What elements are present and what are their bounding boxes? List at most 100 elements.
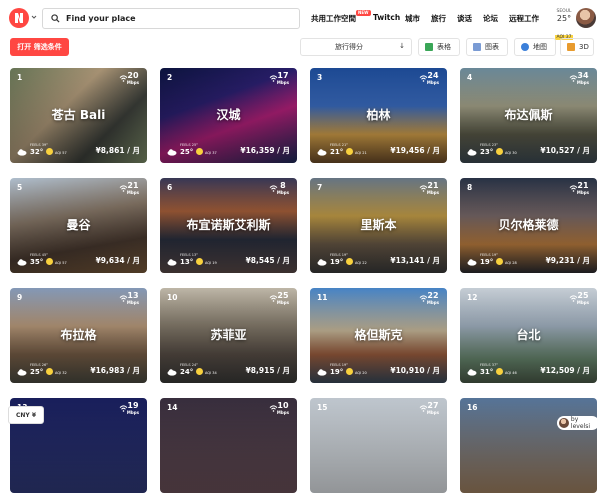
aqi-value: AQI 28 [505,261,517,265]
temperature: 23° [480,148,494,156]
nav-forum[interactable]: 论坛 [483,13,498,24]
cloud-icon [467,369,477,376]
top-bar: 共用工作空間 NEW Twitch 城市 旅行 谈话 论坛 远程工作 SEOUL… [0,0,600,40]
internet-speed: 21 Mbps [127,182,139,196]
card-rank: 16 [467,403,478,412]
card-image [460,398,597,493]
nav-remote-jobs[interactable]: 远程工作 [509,13,539,24]
currency-selector[interactable]: CNY ¥ [8,406,44,424]
internet-speed: 34 Mbps [577,72,589,86]
city-card[interactable]: 12 25 Mbps 台北 FEELS 37° 31° AQI 46 ¥12,509 / 月 [460,288,597,383]
city-name: 柏林 [366,108,391,122]
feels-like: FEELS 19° [330,253,348,257]
search-box[interactable] [42,8,300,29]
nav-coworking[interactable]: 共用工作空間 [311,13,356,24]
city-name: 布达佩斯 [504,108,553,122]
feels-like: FEELS 39° [30,143,48,147]
aqi-face-icon [346,258,353,265]
monthly-cost: ¥8,545 / 月 [245,256,290,265]
cloud-icon [167,369,177,376]
feels-like: FEELS 23° [480,143,498,147]
author-badge[interactable]: by levelsi [557,416,599,430]
speed-unit: Mbps [126,300,139,305]
temperature: 21° [330,148,344,156]
author-avatar [559,418,569,428]
nav-travel[interactable]: 旅行 [431,13,446,24]
user-avatar[interactable] [576,8,596,28]
speed-value: 34 [577,71,589,80]
nomad-logo[interactable] [9,8,29,28]
city-card[interactable]: 15 27 Mbps [310,398,447,493]
table-icon [425,43,433,51]
cloud-icon [317,149,327,156]
internet-speed: 19 Mbps [127,402,139,416]
speed-unit: Mbps [126,80,139,85]
speed-value: 20 [127,71,139,80]
city-card[interactable]: 3 24 Mbps 柏林 FEELS 21° 21° AQI 21 ¥19,456 / 月 [310,68,447,163]
city-card[interactable]: 7 21 Mbps 里斯本 FEELS 19° 19° AQI 22 ¥13,141 / 月 [310,178,447,273]
city-card[interactable]: 2 17 Mbps 汉城 FEELS 25° 25° AQI 37 ¥16,359 / 月 [160,68,297,163]
view-label: 表格 [437,43,451,51]
city-card[interactable]: 1 20 Mbps 苍古 Bali FEELS 39° 32° AQI 57 ¥8,861 /… [10,68,147,163]
card-rank: 4 [467,73,473,82]
view-chart-button[interactable]: 图表 [466,38,508,56]
internet-speed: 22 Mbps [427,292,439,306]
aqi-value: AQI 34 [205,371,217,375]
view-map-button[interactable]: 地图 [514,38,556,56]
temperature: 19° [330,368,344,376]
card-rank: 7 [317,183,323,192]
speed-unit: Mbps [426,410,439,415]
card-rank: 12 [467,293,478,302]
monthly-cost: ¥10,910 / 月 [390,366,440,375]
weather-temp: 25° [556,14,572,23]
city-card[interactable]: 6 8 Mbps 布宜诺斯艾利斯 FEELS 13° 13° AQI 19 ¥8,545 / … [160,178,297,273]
internet-speed: 20 Mbps [127,72,139,86]
cloud-icon [317,369,327,376]
sort-direction-icon[interactable]: ↓ [399,42,405,50]
city-card[interactable]: 4 34 Mbps 布达佩斯 FEELS 23° 23° AQI 30 ¥10,527 / 月 [460,68,597,163]
city-card[interactable]: 9 13 Mbps 布拉格 FEELS 26° 25° AQI 32 ¥16,983 / 月 [10,288,147,383]
view-label: 图表 [485,43,499,51]
speed-unit: Mbps [126,190,139,195]
sort-select[interactable]: 旅行得分 ↓ [300,38,412,56]
card-rank: 11 [317,293,328,302]
aqi-value: AQI 57 [55,261,67,265]
search-input[interactable] [66,14,286,23]
monthly-cost: ¥9,634 / 月 [95,256,140,265]
card-rank: 6 [167,183,173,192]
sort-label: 旅行得分 [335,43,363,51]
speed-unit: Mbps [576,300,589,305]
city-card[interactable]: 8 21 Mbps 贝尔格莱德 FEELS 19° 19° AQI 28 ¥9,231 / 月 [460,178,597,273]
city-card[interactable]: 10 25 Mbps 苏菲亚 FEELS 24° 24° AQI 34 ¥8,915 / 月 [160,288,297,383]
nav-talk[interactable]: 谈话 [457,13,472,24]
cloud-icon [167,259,177,266]
city-card[interactable]: 14 10 Mbps [160,398,297,493]
view-table-button[interactable]: 表格 [418,38,460,56]
monthly-cost: ¥13,141 / 月 [390,256,440,265]
city-card[interactable]: 11 22 Mbps 格但斯克 FEELS 19° 19° AQI 20 ¥10,910 / … [310,288,447,383]
view-3d-button[interactable]: 3D [560,38,594,56]
card-rank: 8 [467,183,473,192]
nav-twitch[interactable]: Twitch [373,13,400,22]
aqi-face-icon [196,258,203,265]
city-name: 贝尔格莱德 [498,218,559,232]
speed-value: 24 [427,71,439,80]
internet-speed: 17 Mbps [277,72,289,86]
cloud-icon [317,259,327,266]
aqi-value: AQI 19 [205,261,217,265]
nav-cities[interactable]: 城市 [405,13,420,24]
aqi-value: AQI 32 [55,371,67,375]
aqi-face-icon [496,148,503,155]
speed-unit: Mbps [426,190,439,195]
chevron-down-icon[interactable] [31,14,37,20]
aqi-value: AQI 22 [355,261,367,265]
city-name: 汉城 [216,108,241,122]
temperature: 32° [30,148,44,156]
cloud-icon [17,259,27,266]
open-filters-button[interactable]: 打开 筛选条件 [10,38,69,56]
city-card[interactable]: 16 [460,398,597,493]
monthly-cost: ¥8,915 / 月 [245,366,290,375]
city-card[interactable]: 5 21 Mbps 曼谷 FEELS 45° 35° AQI 57 ¥9,634 / 月 [10,178,147,273]
feels-like: FEELS 21° [330,143,348,147]
city-name: 苏菲亚 [210,328,247,342]
